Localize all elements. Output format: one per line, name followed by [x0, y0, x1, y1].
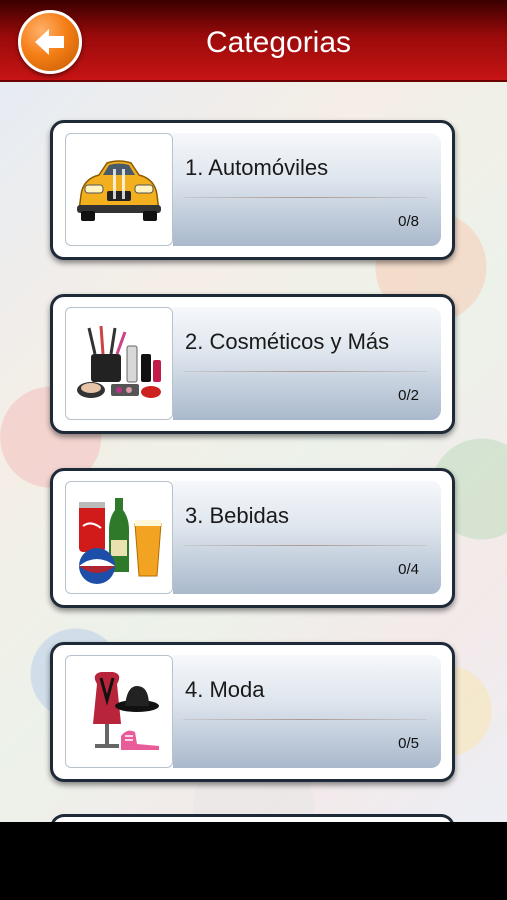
- divider: [183, 719, 427, 720]
- category-info-panel: 2. Cosméticos y Más 0/2: [173, 307, 441, 420]
- category-card-cosmeticos[interactable]: 2. Cosméticos y Más 0/2: [50, 294, 455, 434]
- bottom-black-area: [0, 822, 507, 900]
- drinks-icon: [79, 497, 162, 584]
- fashion-icon: [93, 671, 159, 753]
- category-thumbnail: [65, 133, 173, 246]
- category-info-panel: 4. Moda 0/5: [173, 655, 441, 768]
- page-title: Categorias: [205, 26, 352, 59]
- header-bar: Categorias: [0, 0, 507, 82]
- category-title: 1. Automóviles: [185, 155, 329, 180]
- category-card-moda[interactable]: 4. Moda 0/5: [50, 642, 455, 782]
- divider: [183, 545, 427, 546]
- category-title: 3. Bebidas: [185, 503, 289, 528]
- category-thumbnail: [65, 655, 173, 768]
- category-info-panel: 1. Automóviles 0/8: [173, 133, 441, 246]
- category-progress: 0/8: [398, 213, 419, 230]
- cosmetics-icon: [77, 325, 161, 398]
- category-card-bebidas[interactable]: 3. Bebidas 0/4: [50, 468, 455, 608]
- category-card-automoviles[interactable]: 1. Automóviles 0/8: [50, 120, 455, 260]
- category-progress: 0/5: [398, 735, 419, 752]
- category-progress: 0/2: [398, 387, 419, 404]
- divider: [183, 197, 427, 198]
- category-progress: 0/4: [398, 561, 419, 578]
- divider: [183, 371, 427, 372]
- category-title: 4. Moda: [185, 677, 265, 702]
- car-icon: [77, 159, 161, 221]
- category-info-panel: 3. Bebidas 0/4: [173, 481, 441, 594]
- category-thumbnail: [65, 307, 173, 420]
- category-title: 2. Cosméticos y Más: [185, 329, 390, 354]
- category-thumbnail: [65, 481, 173, 594]
